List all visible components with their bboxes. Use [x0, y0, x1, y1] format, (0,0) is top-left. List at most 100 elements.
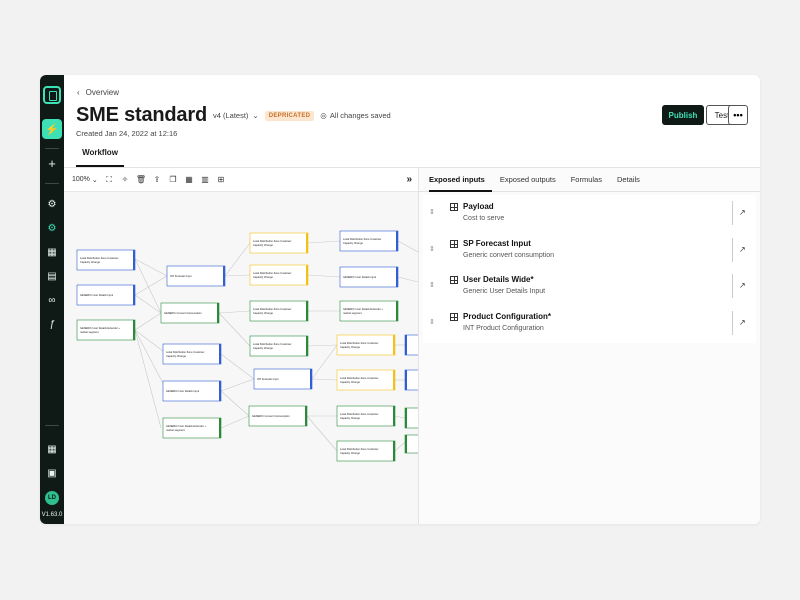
table-icon	[450, 239, 458, 248]
workflow-node: Local Distribution Zone CustomerCapacity…	[249, 264, 309, 286]
settings-icon[interactable]: ▣	[44, 465, 60, 481]
drag-handle-icon[interactable]: ⇕	[429, 318, 435, 326]
table-icon	[450, 203, 458, 211]
side-panel: Exposed inputs Exposed outputs Formulas …	[419, 168, 760, 524]
add-icon[interactable]: +	[44, 155, 60, 171]
svg-text:Capacity Change: Capacity Change	[253, 311, 273, 315]
open-link-icon[interactable]: ↗	[739, 208, 746, 217]
svg-text:GENERIC User Details Extender: GENERIC User Details Extender +	[343, 307, 383, 311]
list-item[interactable]: ⇕ Product Configuration* INT Product Con…	[423, 305, 756, 342]
open-link-icon[interactable]: ↗	[739, 318, 746, 327]
row-divider	[732, 274, 733, 298]
delete-icon[interactable]: 🗑	[136, 175, 146, 185]
workflow-node: GENERIC User Details Input	[162, 380, 222, 402]
svg-text:INT Forecast Input: INT Forecast Input	[257, 377, 279, 381]
avatar[interactable]: LD	[45, 491, 59, 505]
more-options-button[interactable]: •••	[728, 105, 748, 125]
svg-text:Capacity Change: Capacity Change	[343, 241, 363, 245]
check-circle-icon: ◎	[320, 111, 327, 120]
copy-icon[interactable]: ❐	[168, 175, 178, 185]
input-name: Product Configuration*	[463, 311, 551, 321]
breadcrumb[interactable]: ‹ Overview	[77, 88, 119, 97]
apps-grid-icon[interactable]: ▦	[44, 441, 60, 457]
tab-exposed-outputs[interactable]: Exposed outputs	[500, 168, 563, 192]
svg-text:Local Distribution Zone Custom: Local Distribution Zone Customer	[166, 350, 205, 354]
add-node-icon[interactable]: ⊞	[216, 175, 226, 185]
svg-text:Local Distribution Zone Custom: Local Distribution Zone Customer	[80, 256, 119, 260]
fit-view-icon[interactable]: ⛶	[104, 175, 114, 185]
magic-wand-icon[interactable]: ✧	[120, 175, 130, 185]
workflow-node: GENERIC Convert Consumption	[248, 405, 308, 427]
svg-text:GENERIC Convert Consumption: GENERIC Convert Consumption	[252, 414, 290, 418]
left-nav-rail: ⚡ + ⚙ ⚙ ▦ ▤ ∞ ƒ ▦ ▣ LD V1.63.0	[40, 75, 64, 524]
document-icon[interactable]: ▤	[44, 268, 60, 284]
workflow-node: Local Distribution Zone CustomerCapacity…	[249, 232, 309, 254]
svg-text:Capacity Change: Capacity Change	[253, 275, 273, 279]
svg-text:GENERIC User Details Extender: GENERIC User Details Extender +	[80, 326, 120, 330]
open-link-icon[interactable]: ↗	[739, 281, 746, 290]
export-icon[interactable]: ⇪	[152, 175, 162, 185]
tab-details[interactable]: Details	[617, 168, 647, 192]
page-header: ‹ Overview SME standard v4 (Latest) ⌄ DE…	[64, 75, 760, 167]
input-description: Generic convert consumption	[463, 251, 555, 259]
workflow-nav-icon[interactable]: ⚡	[42, 119, 62, 139]
workflow-node: GENERIC User Details Input	[76, 284, 136, 306]
library-icon[interactable]: ▥	[200, 175, 210, 185]
open-link-icon[interactable]: ↗	[739, 245, 746, 254]
canvas-toolbar: 100% ⌄ ⛶ ✧ 🗑 ⇪ ❐ ▦ ▥ ⊞ »	[64, 168, 418, 192]
collapse-panel-icon[interactable]: »	[406, 174, 412, 185]
save-status: ◎ All changes saved	[320, 111, 390, 120]
title-row: SME standard v4 (Latest) ⌄ DEPRICATED ◎ …	[76, 104, 391, 127]
svg-text:Capacity Change: Capacity Change	[340, 451, 360, 455]
created-date: Created Jan 24, 2022 at 12:16	[76, 129, 178, 138]
input-name: Payload	[463, 202, 494, 211]
drag-handle-icon[interactable]: ⇕	[429, 208, 435, 216]
breadcrumb-overview[interactable]: Overview	[86, 88, 119, 97]
svg-text:Local Distribution Zone Custom: Local Distribution Zone Customer	[253, 271, 292, 275]
svg-text:market segment: market segment	[80, 330, 99, 334]
workflow-node: Local Distribution Zone CustomerCapacity…	[76, 249, 136, 271]
svg-text:Capacity Change: Capacity Change	[340, 416, 360, 420]
zoom-selector[interactable]: 100% ⌄	[72, 176, 98, 184]
svg-text:Local Distribution Zone Custom: Local Distribution Zone Customer	[340, 447, 379, 451]
workflow-node: Local Distribution Zone CustomerCapacity…	[336, 405, 396, 427]
svg-text:INT Forecast Input: INT Forecast Input	[170, 274, 192, 278]
drag-handle-icon[interactable]: ⇕	[429, 281, 435, 289]
logo-icon[interactable]	[43, 86, 61, 104]
app-version: V1.63.0	[41, 512, 63, 518]
workflow-node	[404, 334, 418, 356]
app-window: ⚡ + ⚙ ⚙ ▦ ▤ ∞ ƒ ▦ ▣ LD V1.63.0 ‹ Overvie…	[40, 75, 760, 524]
list-item[interactable]: ⇕ User Details Wide* Generic User Detail…	[423, 268, 756, 305]
version-selector[interactable]: v4 (Latest) ⌄	[213, 111, 259, 120]
zoom-level: 100%	[72, 176, 90, 183]
chevron-down-icon: ⌄	[91, 176, 98, 184]
svg-text:GENERIC User Details Input: GENERIC User Details Input	[80, 293, 113, 297]
input-description: Cost to serve	[463, 215, 505, 222]
drag-handle-icon[interactable]: ⇕	[429, 245, 435, 253]
workflow-node: INT Forecast Input	[166, 265, 226, 287]
list-item[interactable]: ⇕ SP Forecast Input Generic convert cons…	[423, 232, 756, 269]
svg-text:Capacity Change: Capacity Change	[253, 346, 273, 350]
row-divider	[732, 201, 733, 225]
svg-text:GENERIC User Details Input: GENERIC User Details Input	[343, 275, 376, 279]
integration-icon[interactable]: ⚙	[44, 220, 60, 236]
table-icon	[450, 276, 458, 284]
flow-icon[interactable]: ⚙	[44, 196, 60, 212]
svg-text:Local Distribution Zone Custom: Local Distribution Zone Customer	[253, 342, 292, 346]
workflow-node: Local Distribution Zone CustomerCapacity…	[249, 335, 309, 357]
graph-nodes: Local Distribution Zone CustomerCapacity…	[76, 230, 418, 462]
workflow-graph[interactable]: Local Distribution Zone CustomerCapacity…	[64, 192, 418, 524]
link-icon[interactable]: ∞	[44, 292, 60, 308]
table-icon[interactable]: ▦	[44, 244, 60, 260]
row-divider	[732, 310, 733, 335]
tab-exposed-inputs[interactable]: Exposed inputs	[429, 168, 492, 192]
tab-workflow[interactable]: Workflow	[76, 148, 124, 167]
workflow-node: GENERIC User Details Input	[339, 266, 399, 288]
workflow-canvas[interactable]: 100% ⌄ ⛶ ✧ 🗑 ⇪ ❐ ▦ ▥ ⊞ » Local Distribut…	[64, 168, 418, 524]
grid-icon[interactable]: ▦	[184, 175, 194, 185]
formula-icon[interactable]: ƒ	[44, 316, 60, 332]
list-item[interactable]: ⇕ Payload Cost to serve ↗	[423, 195, 756, 232]
svg-text:Local Distribution Zone Custom: Local Distribution Zone Customer	[343, 237, 382, 241]
tab-formulas[interactable]: Formulas	[571, 168, 609, 192]
publish-button[interactable]: Publish	[662, 105, 704, 125]
